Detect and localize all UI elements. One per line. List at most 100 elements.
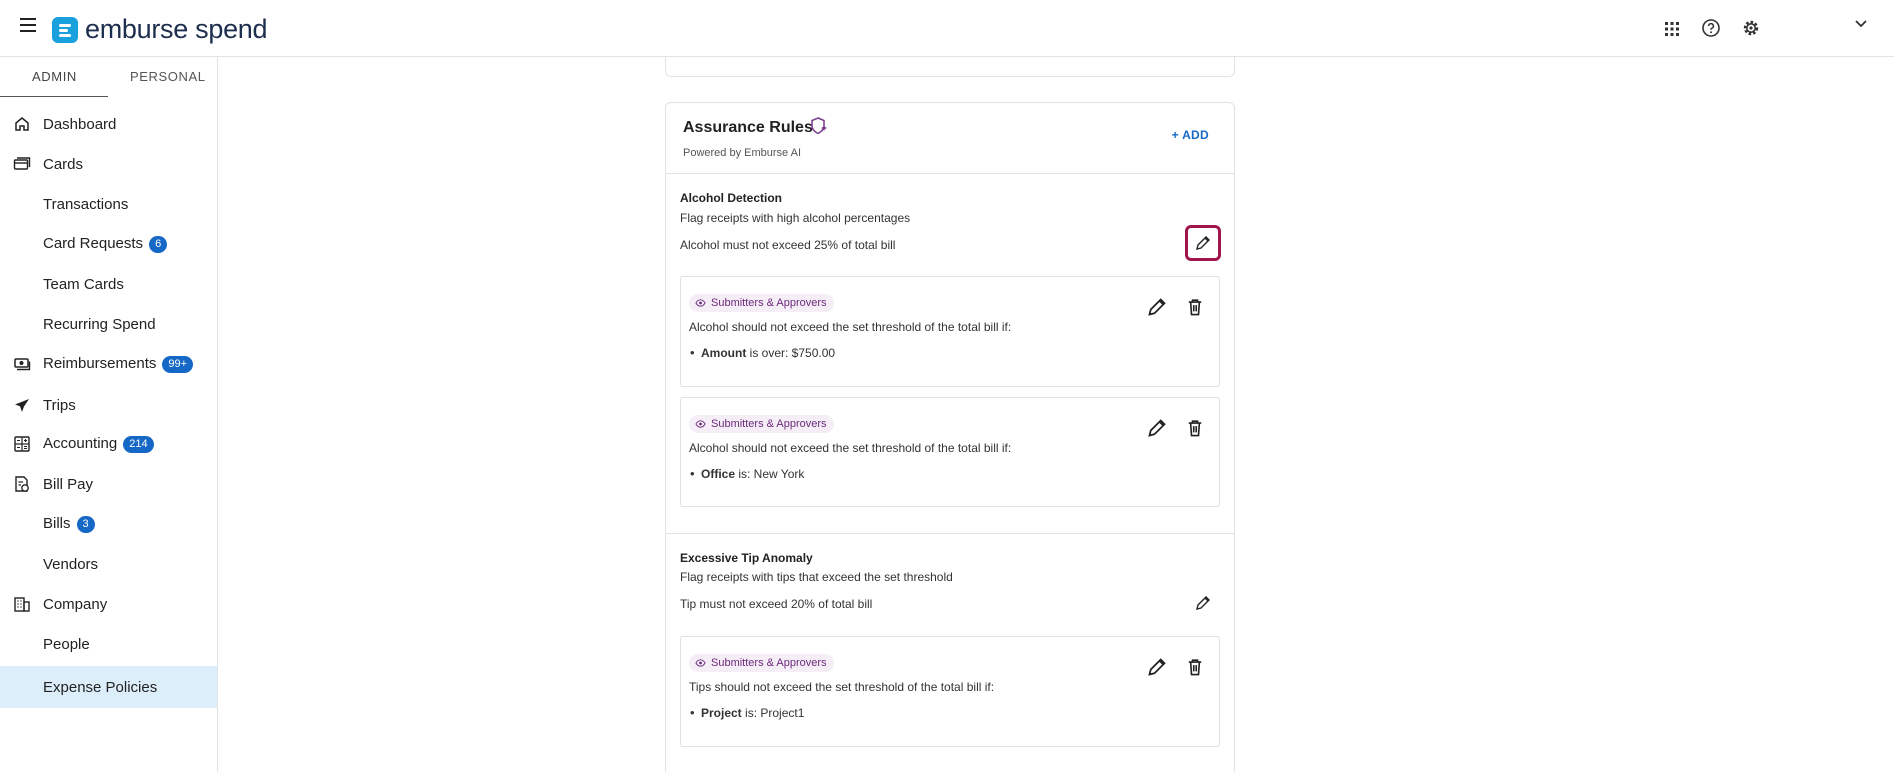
condition-value: is: Project1 bbox=[741, 706, 805, 720]
sidebar-item-label: Bill Pay bbox=[43, 475, 94, 493]
accounting-label: Accounting bbox=[43, 435, 118, 453]
audience-label: Submitters & Approvers bbox=[711, 657, 827, 669]
audience-pill: Submitters & Approvers bbox=[689, 294, 834, 312]
edit-condition-pencil-icon[interactable] bbox=[1147, 657, 1167, 677]
card-header: Assurance Rules Powered by Emburse AI + … bbox=[666, 103, 1234, 174]
delete-trash-icon[interactable] bbox=[1185, 297, 1205, 317]
sidebar-item-company[interactable]: Company bbox=[0, 587, 217, 621]
menu-icon[interactable] bbox=[20, 18, 40, 36]
edit-condition-pencil-icon[interactable] bbox=[1147, 418, 1167, 438]
accounting-icon bbox=[14, 436, 30, 452]
condition-text: Alcohol should not exceed the set thresh… bbox=[689, 320, 1012, 334]
sidebar-item-cards[interactable]: Cards bbox=[0, 147, 217, 181]
count-badge: 3 bbox=[76, 515, 95, 533]
sidebar-item-accounting[interactable]: Accounting 214 bbox=[0, 427, 217, 461]
sidebar-item-transactions[interactable]: Transactions bbox=[0, 187, 217, 221]
sidebar-item-team-cards[interactable]: Team Cards bbox=[0, 267, 217, 301]
sidebar-item-label: Dashboard bbox=[43, 115, 117, 133]
delete-trash-icon[interactable] bbox=[1185, 418, 1205, 438]
edit-rule-button[interactable] bbox=[1185, 225, 1221, 261]
sidebar-item-reimbursements[interactable]: Reimbursements 99+ bbox=[0, 347, 217, 381]
condition-value: is over: $750.00 bbox=[746, 346, 836, 360]
sidebar-item-label: Trips bbox=[43, 396, 76, 414]
sidebar-item-label: Cards bbox=[43, 155, 84, 173]
sidebar-item-label: Team Cards bbox=[43, 275, 124, 293]
condition-text: Tips should not exceed the set threshold… bbox=[689, 680, 995, 694]
pencil-icon bbox=[1196, 596, 1210, 610]
logo-mark-icon bbox=[52, 16, 78, 43]
sidebar-item-bill-pay[interactable]: Bill Pay bbox=[0, 467, 217, 501]
previous-card bbox=[665, 57, 1235, 77]
rule-limit: Alcohol must not exceed 25% of total bil… bbox=[680, 238, 896, 252]
brand-name: emburse spend bbox=[85, 14, 268, 44]
sidebar-item-label: Reimbursements 99+ bbox=[43, 355, 194, 373]
sidebar-item-bills[interactable]: Bills 3 bbox=[0, 507, 217, 541]
sidebar-item-card-requests[interactable]: Card Requests 6 bbox=[0, 227, 217, 261]
sidebar-item-recurring-spend[interactable]: Recurring Spend bbox=[0, 307, 217, 341]
ai-shield-sparkle-icon bbox=[811, 117, 827, 135]
sidebar-item-people[interactable]: People bbox=[0, 627, 217, 661]
sidebar-item-label: People bbox=[43, 635, 90, 653]
active-tab-indicator bbox=[0, 96, 108, 97]
rule-condition-card: Submitters & Approvers Alcohol should no… bbox=[680, 397, 1220, 507]
audience-pill: Submitters & Approvers bbox=[689, 415, 834, 433]
eye-icon bbox=[695, 659, 706, 667]
condition-field: Amount bbox=[701, 346, 747, 360]
audience-label: Submitters & Approvers bbox=[711, 418, 827, 430]
sidebar-item-label: Card Requests 6 bbox=[43, 235, 168, 253]
count-badge: 214 bbox=[123, 435, 154, 453]
rule-condition-card: Submitters & Approvers Alcohol should no… bbox=[680, 276, 1220, 387]
plane-icon bbox=[15, 399, 29, 412]
tab-admin[interactable]: ADMIN bbox=[32, 69, 77, 84]
count-badge: 99+ bbox=[162, 355, 194, 373]
eye-icon bbox=[695, 299, 706, 307]
cash-icon bbox=[14, 358, 31, 371]
sidebar: ADMIN PERSONAL Dashboard Cards Transacti… bbox=[0, 57, 218, 772]
bill-icon bbox=[15, 476, 29, 492]
condition-text: Alcohol should not exceed the set thresh… bbox=[689, 441, 1012, 455]
apps-grid-icon[interactable] bbox=[1662, 19, 1682, 39]
building-icon bbox=[14, 597, 30, 612]
chevron-down-icon[interactable] bbox=[1854, 16, 1868, 30]
condition-bullet: Amount is over: $750.00 bbox=[690, 345, 836, 360]
sidebar-item-trips[interactable]: Trips bbox=[0, 388, 217, 422]
delete-trash-icon[interactable] bbox=[1185, 657, 1205, 677]
rule-title: Excessive Tip Anomaly bbox=[680, 551, 813, 565]
brand-logo[interactable]: emburse spend bbox=[52, 14, 268, 45]
sidebar-item-label: Transactions bbox=[43, 195, 129, 213]
rule-limit: Tip must not exceed 20% of total bill bbox=[680, 597, 873, 611]
card-title: Assurance Rules bbox=[683, 119, 813, 136]
assurance-rules-card: Assurance Rules Powered by Emburse AI + … bbox=[665, 102, 1235, 772]
rule-description: Flag receipts with high alcohol percenta… bbox=[680, 211, 911, 225]
help-icon[interactable] bbox=[1701, 18, 1721, 38]
card-requests-label: Card Requests bbox=[43, 235, 144, 253]
rule-condition-card: Submitters & Approvers Tips should not e… bbox=[680, 636, 1220, 747]
settings-gear-icon[interactable] bbox=[1741, 18, 1761, 38]
rule-title: Alcohol Detection bbox=[680, 191, 783, 205]
condition-bullet: Office is: New York bbox=[690, 466, 804, 481]
edit-rule-button[interactable] bbox=[1185, 585, 1221, 621]
cards-icon bbox=[13, 157, 31, 170]
condition-field: Office bbox=[701, 467, 736, 481]
top-bar: emburse spend bbox=[0, 0, 1894, 57]
sidebar-item-label: Recurring Spend bbox=[43, 315, 156, 333]
eye-icon bbox=[695, 420, 706, 428]
condition-bullet: Project is: Project1 bbox=[690, 705, 805, 720]
edit-condition-pencil-icon[interactable] bbox=[1147, 297, 1167, 317]
powered-by-label: Powered by Emburse AI bbox=[683, 147, 802, 159]
sidebar-item-expense-policies[interactable]: Expense Policies bbox=[0, 666, 217, 708]
tab-personal[interactable]: PERSONAL bbox=[130, 69, 206, 84]
add-rule-button[interactable]: + ADD bbox=[1172, 128, 1209, 142]
sidebar-item-dashboard[interactable]: Dashboard bbox=[0, 107, 217, 141]
reimbursements-label: Reimbursements bbox=[43, 355, 157, 373]
bills-label: Bills bbox=[43, 515, 71, 533]
sidebar-tabs: ADMIN PERSONAL bbox=[0, 57, 217, 98]
home-icon bbox=[15, 117, 29, 131]
sidebar-item-label: Expense Policies bbox=[43, 678, 158, 696]
pencil-icon bbox=[1196, 236, 1210, 250]
condition-field: Project bbox=[701, 706, 742, 720]
sidebar-item-label: Company bbox=[43, 595, 108, 613]
sidebar-item-label: Vendors bbox=[43, 555, 99, 573]
sidebar-item-vendors[interactable]: Vendors bbox=[0, 547, 217, 581]
sidebar-item-label: Accounting 214 bbox=[43, 435, 154, 453]
